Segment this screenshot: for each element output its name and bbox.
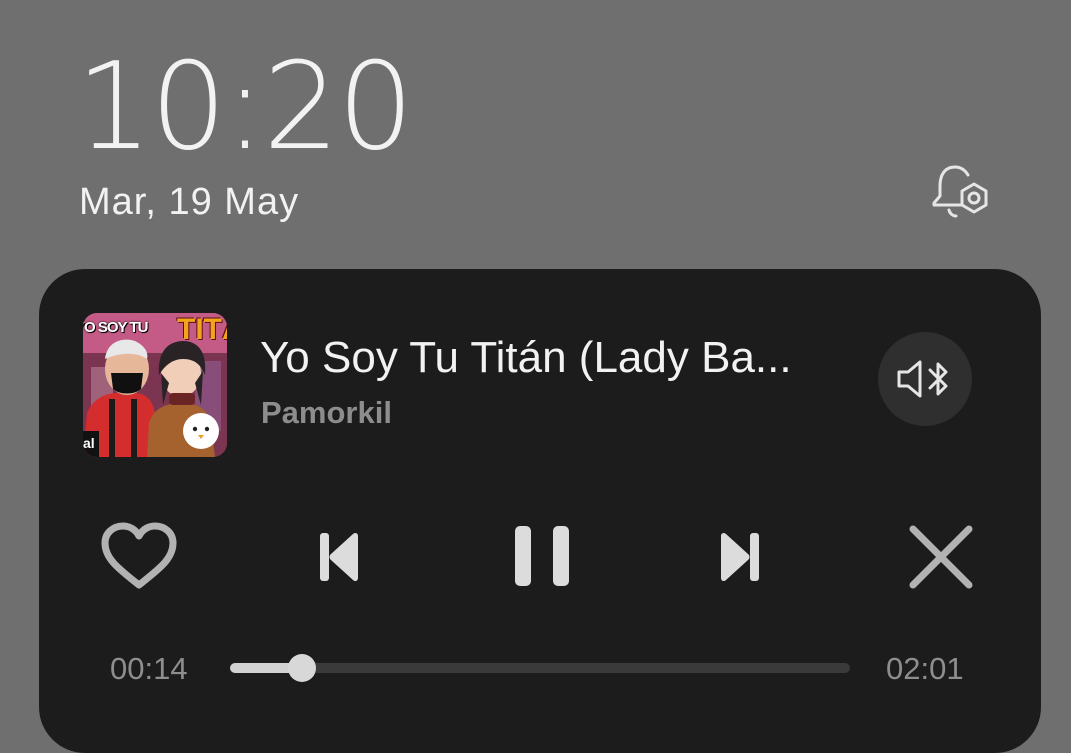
speaker-bluetooth-icon xyxy=(897,360,948,398)
pause-button[interactable] xyxy=(497,516,587,596)
heart-outline-icon xyxy=(101,522,177,589)
skip-previous-icon xyxy=(320,532,358,582)
progress-thumb[interactable] xyxy=(287,654,316,682)
album-art-corner-text: al xyxy=(83,435,95,451)
bell-settings-icon xyxy=(932,165,988,218)
track-title: Yo Soy Tu Titán (Lady Ba... xyxy=(260,333,792,382)
progress-bar[interactable] xyxy=(230,654,850,682)
lockscreen-date: Mar, 19 May xyxy=(79,181,300,223)
lockscreen-clock: 10:20 xyxy=(76,38,414,177)
previous-button[interactable] xyxy=(305,522,375,592)
album-art: YO SOY TU TITÁN al xyxy=(83,313,227,457)
skip-next-icon xyxy=(721,532,759,582)
notification-settings-button[interactable] xyxy=(928,160,994,224)
track-artist: Pamorkil xyxy=(261,395,392,430)
next-button[interactable] xyxy=(704,522,774,592)
total-duration: 02:01 xyxy=(886,651,964,686)
media-player-card[interactable]: YO SOY TU TITÁN al Yo Soy Tu Titán (Lady… xyxy=(39,269,1041,753)
output-device-button[interactable] xyxy=(878,332,972,426)
elapsed-time: 00:14 xyxy=(110,651,188,686)
close-icon xyxy=(909,525,973,589)
album-art-text-right: TITÁN xyxy=(177,313,227,346)
album-art-text-left: YO SOY TU xyxy=(83,319,148,336)
favorite-button[interactable] xyxy=(95,518,183,594)
pause-icon xyxy=(515,526,569,586)
close-button[interactable] xyxy=(899,517,983,597)
